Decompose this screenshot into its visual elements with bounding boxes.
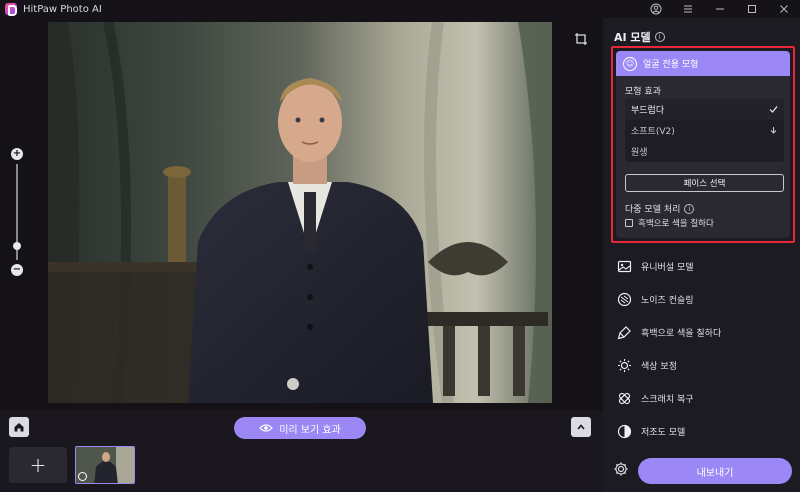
zoom-in-button[interactable]: +	[11, 148, 23, 160]
info-icon[interactable]: i	[654, 32, 665, 42]
model-item-label: 흑백으로 색을 칠하다	[641, 329, 722, 339]
face-model-icon: ☺	[623, 56, 637, 71]
colorize-checkbox-label: 흑백으로 색을 칠하다	[638, 219, 714, 229]
effect-option-label: 소프트(V2)	[631, 127, 675, 137]
close-icon[interactable]	[768, 0, 800, 18]
zoom-out-button[interactable]: −	[11, 264, 23, 276]
home-button[interactable]	[9, 417, 29, 437]
model-item-universal[interactable]: 유니버설 모델	[613, 250, 793, 283]
maximize-icon[interactable]	[736, 0, 768, 18]
model-item-colorize[interactable]: 흑백으로 색을 칠하다	[613, 316, 793, 349]
info-icon[interactable]: i	[684, 203, 695, 214]
add-image-button[interactable]: +	[9, 447, 67, 483]
colorize-checkbox-row[interactable]: 흑백으로 색을 칠하다	[625, 217, 714, 229]
eye-icon	[259, 424, 274, 432]
face-select-button[interactable]: 페이스 선택	[625, 174, 784, 192]
model-item-label: 저조도 모델	[641, 428, 686, 438]
effect-option-soft[interactable]: 부드럽다	[625, 99, 784, 120]
account-icon[interactable]	[640, 0, 672, 18]
thumbnail-status-icon	[78, 472, 87, 481]
zoom-slider-handle[interactable]	[13, 241, 21, 250]
brush-icon	[617, 326, 631, 340]
image-thumbnail[interactable]	[75, 446, 135, 484]
model-item-low-light[interactable]: 저조도 모델	[613, 415, 793, 448]
window-controls	[640, 0, 800, 18]
ai-model-panel: AI 모델 i ☺ 얼굴 전용 모형 모형 효과 부드럽다 소프트(V2) 원생	[603, 18, 800, 492]
model-list: 유니버설 모델 노이즈 컨슬링 흑백으로 색을 칠하다 색상 보정 스크래치 복…	[613, 250, 793, 448]
zoom-control: + −	[10, 148, 24, 284]
model-item-color-correction[interactable]: 색상 보정	[613, 349, 793, 382]
app-logo-icon	[5, 3, 17, 16]
title-bar: HitPaw Photo AI	[0, 0, 800, 18]
app-title: HitPaw Photo AI	[23, 3, 102, 15]
multi-model-text: 다중 모델 처리	[625, 205, 681, 215]
face-model-label: 얼굴 전용 모형	[643, 60, 699, 70]
minimize-icon[interactable]	[704, 0, 736, 18]
preview-effect-button[interactable]: 미리 보기 효과	[234, 417, 366, 439]
portrait-image	[48, 22, 552, 403]
bandage-icon	[618, 392, 631, 405]
multi-model-label: 다중 모델 처리 i	[625, 202, 695, 215]
effect-option-label: 원생	[631, 148, 648, 158]
model-item-denoise[interactable]: 노이즈 컨슬링	[613, 283, 793, 316]
effect-option-label: 부드럽다	[631, 106, 665, 116]
effect-option-original[interactable]: 원생	[625, 141, 784, 162]
denoise-icon	[617, 292, 632, 307]
colorize-checkbox[interactable]	[625, 219, 633, 227]
face-model-card: ☺ 얼굴 전용 모형 모형 효과 부드럽다 소프트(V2) 원생 페이스 선택	[616, 51, 790, 238]
download-icon[interactable]	[769, 126, 778, 135]
home-icon	[14, 423, 24, 432]
export-button[interactable]: 내보내기	[638, 458, 792, 484]
model-item-label: 노이즈 컨슬링	[641, 296, 694, 306]
face-model-header[interactable]: ☺ 얼굴 전용 모형	[616, 51, 790, 76]
settings-button[interactable]	[613, 461, 629, 477]
panel-title: AI 모델 i	[614, 29, 665, 45]
sun-icon	[618, 359, 631, 372]
model-item-label: 스크래치 복구	[641, 395, 694, 405]
model-item-scratch-repair[interactable]: 스크래치 복구	[613, 382, 793, 415]
model-item-label: 유니버설 모델	[641, 263, 694, 273]
panel-title-text: AI 모델	[614, 31, 651, 44]
image-icon	[617, 260, 632, 273]
model-item-label: 색상 보정	[641, 362, 677, 372]
menu-icon[interactable]	[672, 0, 704, 18]
contrast-icon	[617, 424, 632, 439]
crop-icon[interactable]	[574, 32, 588, 46]
effect-option-soft-v2[interactable]: 소프트(V2)	[625, 120, 784, 141]
photo-preview[interactable]	[48, 22, 552, 403]
checkmark-icon	[769, 106, 778, 113]
collapse-button[interactable]	[571, 417, 591, 437]
gear-icon	[614, 462, 628, 476]
face-model-highlight: ☺ 얼굴 전용 모형 모형 효과 부드럽다 소프트(V2) 원생 페이스 선택	[611, 46, 795, 243]
preview-effect-label: 미리 보기 효과	[279, 424, 341, 436]
effect-option-list: 부드럽다 소프트(V2) 원생	[625, 99, 784, 162]
chevron-up-icon	[577, 424, 585, 430]
bottom-toolbar: 미리 보기 효과 +	[0, 410, 603, 492]
model-effect-label: 모형 효과	[625, 87, 661, 97]
preview-canvas: + −	[0, 18, 603, 410]
